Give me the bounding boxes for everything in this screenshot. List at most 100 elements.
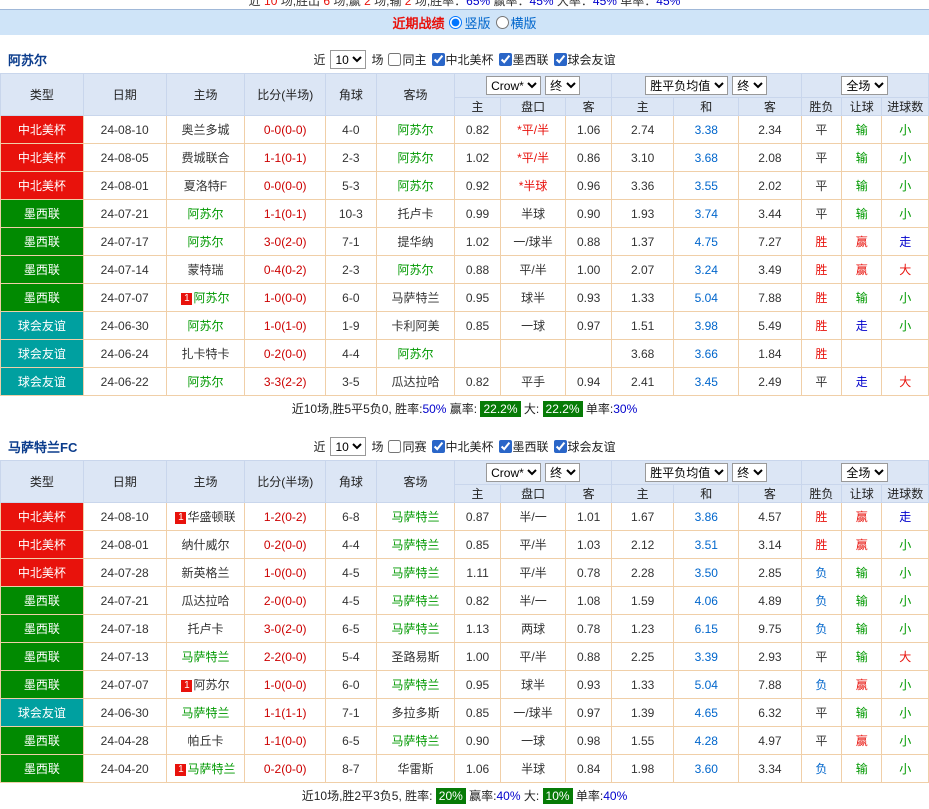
filter-checkbox[interactable]	[388, 53, 401, 66]
filter-checkbox[interactable]	[554, 440, 567, 453]
match-row: 中北美杯24-08-10奥兰多城0-0(0-0)4-0阿苏尔0.82*平/半1.…	[1, 116, 929, 144]
team-section: 阿苏尔近10场同主中北美杯墨西联球会友谊类型日期主场比分(半场)角球客场Crow…	[0, 46, 929, 422]
wdl-stage-select[interactable]: 终	[732, 76, 767, 95]
filter-checkbox-option[interactable]: 中北美杯	[432, 438, 494, 455]
scope-select[interactable]: 全场	[841, 463, 888, 482]
bookmaker-select[interactable]: Crow*	[486, 463, 541, 482]
match-count-select[interactable]: 10	[330, 50, 366, 69]
home-team-link[interactable]: 阿苏尔	[187, 207, 223, 221]
league-cell: 球会友谊	[1, 699, 84, 727]
filter-checkbox[interactable]	[499, 440, 512, 453]
away-team-link[interactable]: 马萨特兰	[391, 291, 439, 305]
home-handicap-odds-cell: 1.02	[455, 228, 500, 256]
horizontal-view-option[interactable]: 横版	[496, 13, 537, 32]
score-cell: 1-0(0-0)	[245, 284, 326, 312]
match-count-select[interactable]: 10	[330, 437, 366, 456]
filter-checkbox[interactable]	[432, 440, 445, 453]
home-team-link[interactable]: 托卢卡	[187, 622, 223, 636]
odds-stage-select[interactable]: 终	[545, 463, 580, 482]
away-handicap-odds-cell: 0.88	[566, 228, 611, 256]
home-team-link[interactable]: 阿苏尔	[193, 678, 229, 692]
home-team-link[interactable]: 阿苏尔	[193, 291, 229, 305]
away-team-link[interactable]: 马萨特兰	[391, 538, 439, 552]
league-cell: 墨西联	[1, 615, 84, 643]
date-cell: 24-08-10	[83, 116, 166, 144]
sub-column-header: 客	[739, 485, 802, 503]
avg-home-odds-cell: 1.59	[611, 587, 674, 615]
filter-checkbox-option[interactable]: 墨西联	[499, 438, 549, 455]
filter-checkbox-option[interactable]: 中北美杯	[432, 51, 494, 68]
home-team-link[interactable]: 蒙特瑞	[187, 263, 223, 277]
away-team-cell: 马萨特兰	[376, 615, 455, 643]
home-team-link[interactable]: 马萨特兰	[181, 706, 229, 720]
home-team-link[interactable]: 新英格兰	[181, 566, 229, 580]
away-team-link[interactable]: 多拉多斯	[391, 706, 439, 720]
away-team-link[interactable]: 阿苏尔	[397, 263, 433, 277]
home-team-link[interactable]: 夏洛特F	[184, 179, 227, 193]
away-team-link[interactable]: 阿苏尔	[397, 347, 433, 361]
away-team-link[interactable]: 圣路易斯	[391, 650, 439, 664]
score-cell: 3-0(2-0)	[245, 228, 326, 256]
filter-checkbox[interactable]	[499, 53, 512, 66]
filter-checkbox-label: 同赛	[402, 438, 426, 455]
away-team-link[interactable]: 阿苏尔	[397, 151, 433, 165]
away-team-link[interactable]: 马萨特兰	[391, 594, 439, 608]
home-team-link[interactable]: 费城联合	[181, 151, 229, 165]
bookmaker-select[interactable]: Crow*	[486, 76, 541, 95]
away-team-link[interactable]: 托卢卡	[397, 207, 433, 221]
home-team-link[interactable]: 阿苏尔	[187, 235, 223, 249]
horizontal-view-radio[interactable]	[496, 16, 509, 29]
wdl-average-select[interactable]: 胜平负均值	[645, 463, 728, 482]
filter-checkbox[interactable]	[388, 440, 401, 453]
filter-checkbox[interactable]	[554, 53, 567, 66]
home-team-link[interactable]: 纳什威尔	[181, 538, 229, 552]
avg-away-odds-cell: 5.49	[739, 312, 802, 340]
odds-stage-select[interactable]: 终	[545, 76, 580, 95]
away-team-link[interactable]: 马萨特兰	[391, 566, 439, 580]
away-team-link[interactable]: 阿苏尔	[397, 123, 433, 137]
away-team-link[interactable]: 马萨特兰	[391, 510, 439, 524]
team-name-link[interactable]: 马萨特兰FC	[8, 437, 77, 456]
away-team-link[interactable]: 马萨特兰	[391, 734, 439, 748]
home-team-link[interactable]: 瓜达拉哈	[181, 594, 229, 608]
away-team-link[interactable]: 卡利阿美	[391, 319, 439, 333]
home-team-link[interactable]: 马萨特兰	[187, 762, 235, 776]
score-cell: 0-2(0-0)	[245, 755, 326, 783]
avg-away-odds-cell: 2.49	[739, 368, 802, 396]
filter-checkbox-option[interactable]: 墨西联	[499, 51, 549, 68]
scope-select[interactable]: 全场	[841, 76, 888, 95]
away-team-link[interactable]: 马萨特兰	[391, 622, 439, 636]
wdl-stage-select[interactable]: 终	[732, 463, 767, 482]
away-handicap-odds-cell: 1.06	[566, 116, 611, 144]
away-team-link[interactable]: 华雷斯	[397, 762, 433, 776]
away-team-link[interactable]: 阿苏尔	[397, 179, 433, 193]
date-cell: 24-06-30	[83, 312, 166, 340]
match-row: 墨西联24-07-18托卢卡3-0(2-0)6-5马萨特兰1.13两球0.781…	[1, 615, 929, 643]
home-team-link[interactable]: 扎卡特卡	[181, 347, 229, 361]
sub-column-header: 和	[674, 98, 739, 116]
filter-checkbox-option[interactable]: 球会友谊	[554, 438, 616, 455]
score-cell: 2-2(0-0)	[245, 643, 326, 671]
filter-checkbox-option[interactable]: 同赛	[388, 438, 426, 455]
filter-checkbox-option[interactable]: 球会友谊	[554, 51, 616, 68]
home-team-link[interactable]: 阿苏尔	[187, 319, 223, 333]
wdl-average-select[interactable]: 胜平负均值	[645, 76, 728, 95]
filter-checkbox[interactable]	[432, 53, 445, 66]
vertical-view-radio[interactable]	[449, 16, 462, 29]
vertical-view-option[interactable]: 竖版	[449, 13, 490, 32]
team-name-link[interactable]: 阿苏尔	[8, 50, 47, 69]
away-team-link[interactable]: 瓜达拉哈	[391, 375, 439, 389]
result-cell: 平	[801, 144, 841, 172]
match-row: 球会友谊24-06-30马萨特兰1-1(1-1)7-1多拉多斯0.85一/球半0…	[1, 699, 929, 727]
away-team-cell: 华雷斯	[376, 755, 455, 783]
date-cell: 24-07-18	[83, 615, 166, 643]
home-team-link[interactable]: 帕丘卡	[187, 734, 223, 748]
home-team-link[interactable]: 华盛顿联	[187, 510, 235, 524]
handicap-result-cell: 输	[842, 144, 882, 172]
away-team-link[interactable]: 马萨特兰	[391, 678, 439, 692]
home-team-link[interactable]: 马萨特兰	[181, 650, 229, 664]
away-team-link[interactable]: 提华纳	[397, 235, 433, 249]
filter-checkbox-option[interactable]: 同主	[388, 51, 426, 68]
home-team-link[interactable]: 奥兰多城	[181, 123, 229, 137]
home-team-link[interactable]: 阿苏尔	[187, 375, 223, 389]
